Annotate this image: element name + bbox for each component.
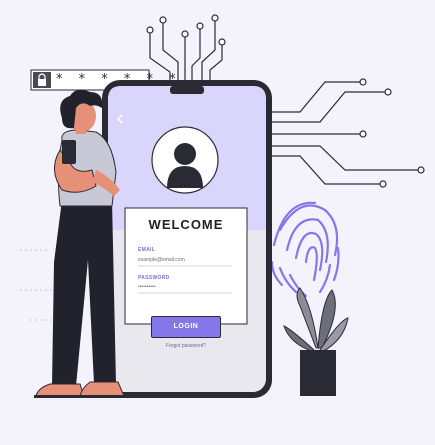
- email-label: EMAIL: [138, 247, 156, 253]
- circuit-nodes-top: [146, 14, 226, 46]
- smartphone: [102, 80, 272, 398]
- password-label: PASSWORD: [138, 275, 170, 281]
- circuit-lines-right: [268, 81, 418, 185]
- forgot-password-link[interactable]: Forgot password?: [140, 343, 232, 349]
- welcome-title: WELCOME: [148, 217, 224, 232]
- login-illustration-scene: * * * * * * WELCOME EMAIL example@email.…: [0, 0, 435, 445]
- password-field[interactable]: ••••••••••: [138, 284, 156, 290]
- fingerprint-icon: [270, 201, 340, 298]
- circuit-nodes-right: [359, 78, 425, 188]
- email-field[interactable]: example@email.com: [138, 257, 185, 263]
- masked-password-text: * * * * * *: [56, 72, 182, 87]
- potted-plant: [283, 287, 349, 396]
- login-button[interactable]: LOGIN: [151, 316, 221, 338]
